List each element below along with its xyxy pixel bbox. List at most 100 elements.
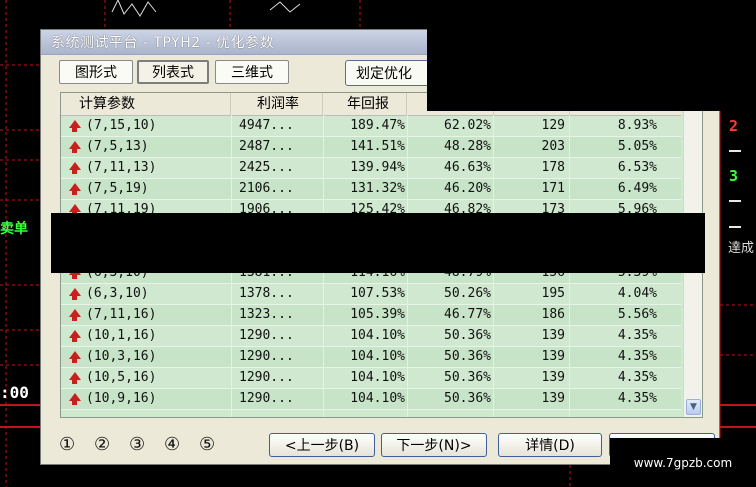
profit-cell: 1290... bbox=[239, 328, 294, 343]
annual-return-cell: 48.28% bbox=[444, 139, 491, 154]
trades-cell: 195 bbox=[541, 286, 565, 301]
drawdown-cell: 4.35% bbox=[617, 328, 657, 343]
profit-rate-cell: 107.53% bbox=[350, 286, 405, 301]
param-cell: (10,1,16) bbox=[69, 326, 229, 346]
profit-rate-cell: 104.10% bbox=[350, 391, 405, 406]
profit-rate-cell: 104.10% bbox=[350, 370, 405, 385]
up-arrow-icon bbox=[69, 139, 86, 154]
profit-rate-cell: 104.10% bbox=[350, 328, 405, 343]
annual-return-cell: 46.63% bbox=[444, 160, 491, 175]
table-row[interactable]: (7,5,19) 2106... 131.32% 46.20% 171 6.49% bbox=[61, 179, 681, 200]
range-optimize-button[interactable]: 划定优化 bbox=[345, 60, 435, 86]
param-cell: (7,11,13) bbox=[69, 158, 229, 178]
table-row[interactable]: (10,1,16) 1290... 104.10% 50.36% 139 4.35% bbox=[61, 326, 681, 347]
table-row[interactable]: (7,11,13) 2425... 139.94% 46.63% 178 6.53% bbox=[61, 158, 681, 179]
up-arrow-icon bbox=[69, 160, 86, 175]
param-text: (7,11,13) bbox=[86, 160, 157, 175]
step-4[interactable]: ④ bbox=[164, 434, 180, 455]
table-row[interactable]: (10,3,16) 1290... 104.10% 50.36% 139 4.35% bbox=[61, 347, 681, 368]
param-cell: (6,3,10) bbox=[69, 284, 229, 304]
param-cell: (7,11,16) bbox=[69, 305, 229, 325]
tab-list[interactable]: 列表式 bbox=[137, 60, 209, 84]
annual-return-cell: 62.02% bbox=[444, 118, 491, 133]
annual-return-cell: 50.36% bbox=[444, 349, 491, 364]
up-arrow-icon bbox=[69, 370, 86, 385]
up-arrow-icon bbox=[69, 181, 86, 196]
profit-rate-cell: 104.10% bbox=[350, 349, 405, 364]
trades-cell: 171 bbox=[541, 181, 565, 196]
step-3[interactable]: ③ bbox=[129, 434, 145, 455]
trades-cell: 139 bbox=[541, 370, 565, 385]
profit-cell: 1323... bbox=[239, 307, 294, 322]
trades-cell: 203 bbox=[541, 139, 565, 154]
up-arrow-icon bbox=[69, 286, 86, 301]
black-region bbox=[427, 0, 756, 111]
table-row[interactable]: (7,11,16) 1323... 105.39% 46.77% 186 5.56% bbox=[61, 305, 681, 326]
header-params[interactable]: 计算参数 bbox=[61, 93, 231, 115]
drawdown-cell: 6.53% bbox=[617, 160, 657, 175]
drawdown-cell: 4.04% bbox=[617, 286, 657, 301]
param-cell: (10,5,16) bbox=[69, 368, 229, 388]
right-dash bbox=[729, 200, 741, 202]
profit-cell: 2487... bbox=[239, 139, 294, 154]
profit-cell: 2106... bbox=[239, 181, 294, 196]
step-1[interactable]: ① bbox=[59, 434, 75, 455]
param-text: (10,9,16) bbox=[86, 391, 157, 406]
drawdown-cell: 4.35% bbox=[617, 391, 657, 406]
scroll-down-icon[interactable]: ▼ bbox=[686, 399, 701, 415]
time-label: :00 bbox=[0, 383, 29, 402]
annual-return-cell: 50.26% bbox=[444, 286, 491, 301]
header-annual-return[interactable]: 年回报 bbox=[323, 93, 407, 115]
drawdown-cell: 5.05% bbox=[617, 139, 657, 154]
prev-step-button[interactable]: <上一步(B) bbox=[269, 433, 375, 457]
profit-cell: 2425... bbox=[239, 160, 294, 175]
next-step-button[interactable]: 下一步(N)> bbox=[381, 433, 487, 457]
drawdown-cell: 8.93% bbox=[617, 118, 657, 133]
table-row[interactable]: (6,3,10) 1378... 107.53% 50.26% 195 4.04% bbox=[61, 284, 681, 305]
annual-return-cell: 50.36% bbox=[444, 328, 491, 343]
profit-cell: 4947... bbox=[239, 118, 294, 133]
step-2[interactable]: ② bbox=[94, 434, 110, 455]
trades-cell: 139 bbox=[541, 328, 565, 343]
trades-cell: 129 bbox=[541, 118, 565, 133]
param-cell: (7,5,13) bbox=[69, 137, 229, 157]
sell-label: 卖单 bbox=[0, 221, 28, 237]
right-number-3: 3 bbox=[729, 167, 739, 185]
tab-graph[interactable]: 图形式 bbox=[59, 60, 133, 84]
tab-3d[interactable]: 三维式 bbox=[215, 60, 289, 84]
annual-return-cell: 50.36% bbox=[444, 391, 491, 406]
step-5[interactable]: ⑤ bbox=[199, 434, 215, 455]
detail-button[interactable]: 详情(D) bbox=[498, 433, 602, 457]
watermark: www.7gpzb.com bbox=[610, 438, 756, 487]
right-number-2: 2 bbox=[729, 117, 739, 135]
param-text: (10,1,16) bbox=[86, 328, 157, 343]
profit-cell: 1290... bbox=[239, 349, 294, 364]
param-text: (6,3,10) bbox=[86, 286, 149, 301]
right-dash bbox=[729, 150, 741, 152]
param-text: (7,11,16) bbox=[86, 307, 157, 322]
annual-return-cell: 46.20% bbox=[444, 181, 491, 196]
up-arrow-icon bbox=[69, 118, 86, 133]
profit-rate-cell: 139.94% bbox=[350, 160, 405, 175]
right-dash bbox=[729, 226, 741, 228]
param-text: (7,5,19) bbox=[86, 181, 149, 196]
profit-rate-cell: 105.39% bbox=[350, 307, 405, 322]
table-row[interactable]: (10,5,16) 1290... 104.10% 50.36% 139 4.35% bbox=[61, 368, 681, 389]
profit-rate-cell: 189.47% bbox=[350, 118, 405, 133]
param-text: (7,15,10) bbox=[86, 118, 157, 133]
drawdown-cell: 4.35% bbox=[617, 349, 657, 364]
table-row[interactable]: (7,15,10) 4947... 189.47% 62.02% 129 8.93% bbox=[61, 116, 681, 137]
up-arrow-icon bbox=[69, 349, 86, 364]
header-profit-rate[interactable]: 利润率 bbox=[231, 93, 323, 115]
drawdown-cell: 5.56% bbox=[617, 307, 657, 322]
trades-cell: 139 bbox=[541, 391, 565, 406]
done-label: 達成 bbox=[728, 241, 755, 256]
redaction-bar bbox=[51, 213, 705, 273]
annual-return-cell: 46.77% bbox=[444, 307, 491, 322]
table-row[interactable]: (7,5,13) 2487... 141.51% 48.28% 203 5.05% bbox=[61, 137, 681, 158]
profit-rate-cell: 141.51% bbox=[350, 139, 405, 154]
param-cell: (10,9,16) bbox=[69, 389, 229, 409]
trades-cell: 139 bbox=[541, 349, 565, 364]
param-cell: (7,15,10) bbox=[69, 116, 229, 136]
table-row[interactable]: (10,9,16) 1290... 104.10% 50.36% 139 4.35% bbox=[61, 389, 681, 410]
